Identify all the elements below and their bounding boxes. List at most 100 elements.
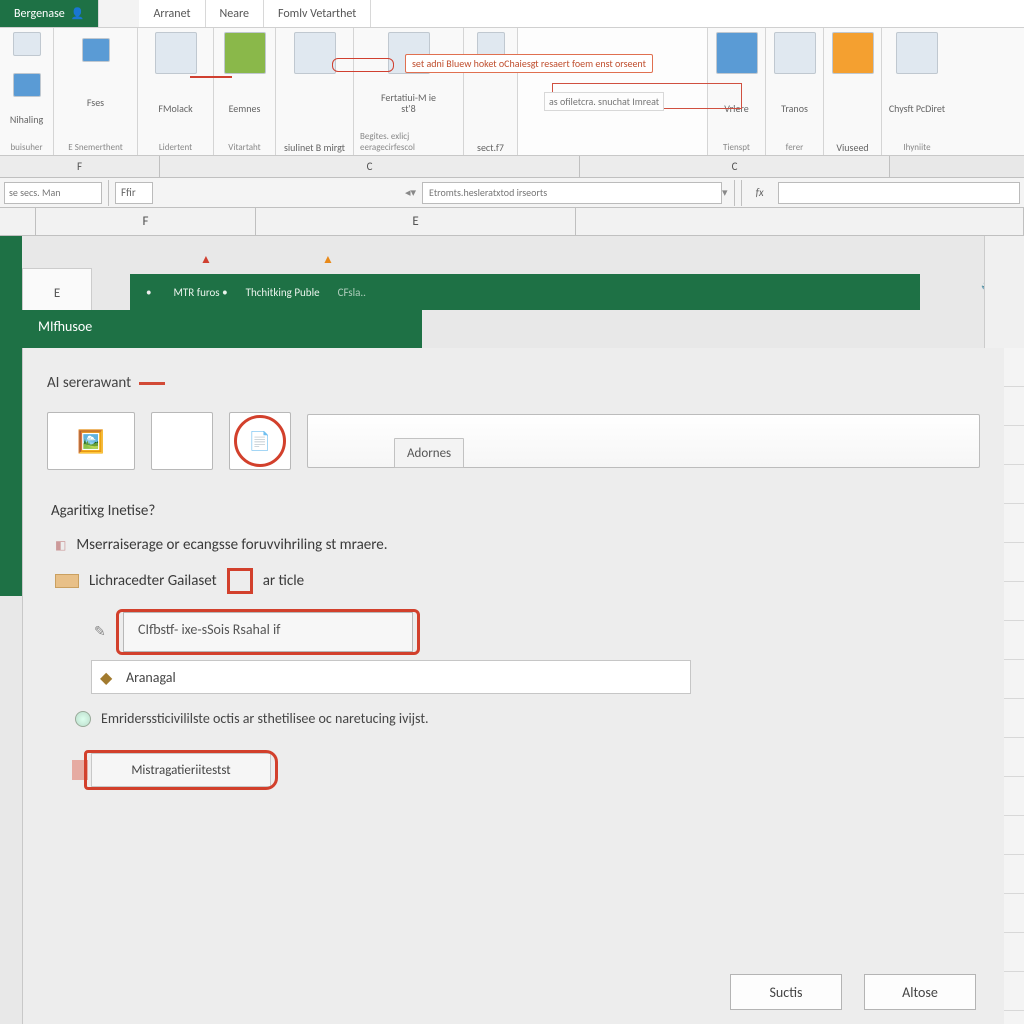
ribbon-icon[interactable] bbox=[13, 73, 41, 97]
fx-icon[interactable]: fx bbox=[748, 186, 772, 199]
tab-label: Arranet bbox=[153, 7, 190, 21]
group-label: Tranos bbox=[781, 103, 808, 114]
ribbon-tooltip: as ofiletcra. snuchat Imreat bbox=[544, 92, 664, 111]
table-icon[interactable] bbox=[896, 32, 938, 74]
tab-3[interactable]: Fomlv Vetarthet bbox=[264, 0, 371, 27]
tab-label: Fomlv Vetarthet bbox=[278, 7, 356, 21]
label-field[interactable]: ◆ Aranagal bbox=[91, 660, 691, 694]
option-row[interactable]: ◧ Mserraiserage or ecangsse foruvvihrili… bbox=[23, 526, 1004, 558]
dropdown-icon[interactable]: ▾ bbox=[722, 186, 728, 199]
tab-1[interactable]: Arranet bbox=[139, 0, 205, 27]
group-sublabel: buisuher bbox=[10, 142, 42, 153]
panel-active-tab[interactable]: MIfhusoe bbox=[22, 310, 422, 348]
sheet-gridlines bbox=[1004, 348, 1024, 1024]
group-label: FMolack bbox=[158, 103, 192, 114]
row-header-letter: E bbox=[54, 286, 60, 301]
section-heading: AI sererawant bbox=[23, 348, 1004, 398]
tab-active[interactable]: Bergenase 👤 bbox=[0, 0, 99, 27]
browse-button[interactable]: Adornes bbox=[394, 438, 464, 468]
col-head[interactable]: F bbox=[0, 156, 160, 177]
highlighted-chip-button[interactable]: Mistragatieriitestst bbox=[91, 753, 271, 787]
formula-small-box[interactable] bbox=[115, 182, 153, 204]
column-letters: F E bbox=[0, 208, 1024, 236]
section-heading-text: AI sererawant bbox=[47, 374, 131, 392]
button-label: Adornes bbox=[407, 446, 451, 461]
group-label: Viuseed bbox=[836, 142, 868, 153]
ribbon-icon[interactable] bbox=[716, 32, 758, 74]
column-header[interactable]: E bbox=[256, 208, 576, 235]
person-icon: 👤 bbox=[71, 7, 85, 20]
template-thumb-highlighted[interactable]: 📄 bbox=[229, 412, 291, 470]
group-label: Fses bbox=[87, 97, 104, 108]
ok-button[interactable]: Suctis bbox=[730, 974, 842, 1010]
red-annotation-box bbox=[332, 58, 394, 72]
formula-bar: ◂▾ ▾ fx bbox=[0, 178, 1024, 208]
tab-gap bbox=[99, 0, 139, 27]
ribbon-icon[interactable] bbox=[82, 38, 110, 62]
group-sublabel: ferer bbox=[786, 142, 804, 153]
picture-icon: 🖼️ bbox=[77, 428, 104, 455]
ribbon-icon[interactable] bbox=[477, 32, 505, 56]
group-sublabel: Tienspt bbox=[723, 142, 750, 153]
template-thumb[interactable] bbox=[151, 412, 213, 470]
red-annotation-underline bbox=[190, 76, 232, 78]
option-label-suffix: ar ticle bbox=[263, 572, 304, 590]
divider bbox=[741, 180, 742, 206]
template-name-field[interactable]: Adornes bbox=[307, 414, 980, 468]
ribbon: Nihaling buisuher Fses E Snemerthent FMo… bbox=[0, 28, 1024, 156]
breadcrumb-item[interactable]: CFsla.. bbox=[338, 286, 366, 299]
ribbon-icon[interactable] bbox=[224, 32, 266, 74]
col-head[interactable]: C bbox=[160, 156, 580, 177]
group-sublabel: Vitartaht bbox=[228, 142, 260, 153]
field-value: CIfbstf- ixe-sSois Rsahal if bbox=[138, 621, 280, 638]
breadcrumb-item[interactable]: Thchitking Puble bbox=[246, 286, 320, 299]
red-annotation-circle bbox=[234, 415, 286, 467]
info-icon bbox=[75, 711, 91, 727]
color-swatch-icon bbox=[55, 574, 79, 588]
table-icon[interactable] bbox=[774, 32, 816, 74]
ribbon-icon[interactable] bbox=[13, 32, 41, 56]
group-label: Nihaling bbox=[10, 114, 43, 125]
ribbon-icon[interactable] bbox=[155, 32, 197, 74]
ribbon-icon[interactable] bbox=[832, 32, 874, 74]
name-box[interactable] bbox=[4, 182, 102, 204]
ribbon-icon[interactable] bbox=[294, 32, 336, 74]
group-sublabel: Begites. exlicj eeragecirfescol bbox=[360, 131, 457, 153]
cancel-button[interactable]: Altose bbox=[864, 974, 976, 1010]
formula-content-box[interactable] bbox=[422, 182, 722, 204]
breadcrumb-item[interactable]: MTR furos • bbox=[173, 286, 227, 299]
group-label: Fertatiui-M ie st'8 bbox=[374, 92, 444, 114]
panel-tab-label: MIfhusoe bbox=[38, 318, 92, 335]
col-head[interactable]: C bbox=[580, 156, 890, 177]
template-thumb-row: 🖼️ 📄 Adornes bbox=[23, 398, 1004, 484]
column-letter: F bbox=[143, 214, 149, 229]
ribbon-highlight-text: set adni Bluew hoket oChaiesgt resaert f… bbox=[405, 54, 653, 73]
dropdown-icon[interactable]: ◂▾ bbox=[405, 186, 416, 199]
sheet-grid-edge bbox=[984, 236, 1024, 348]
template-thumb[interactable]: 🖼️ bbox=[47, 412, 135, 470]
panel-breadcrumb-bar: • MTR furos • Thchitking Puble CFsla.. bbox=[130, 274, 920, 310]
highlighted-text-field[interactable]: ✎ CIfbstf- ixe-sSois Rsahal if bbox=[123, 612, 413, 652]
formula-input[interactable] bbox=[778, 182, 1020, 204]
column-header[interactable]: F bbox=[36, 208, 256, 235]
group-label: Eemnes bbox=[229, 103, 261, 114]
select-all-cell[interactable] bbox=[0, 208, 36, 235]
pencil-icon: ✎ bbox=[94, 623, 106, 640]
group-label: Chysft PcDiret bbox=[889, 103, 945, 114]
divider bbox=[734, 180, 735, 206]
marker-triangle-icon: ▲ bbox=[322, 252, 334, 267]
info-note: Emriderssticivililste octis ar sthetilis… bbox=[23, 700, 1004, 731]
group-sublabel: E Snemerthent bbox=[68, 142, 122, 153]
option-label: Lichracedter Gailaset bbox=[89, 572, 217, 590]
group-label: sect.f7 bbox=[477, 142, 504, 153]
group-sublabel: Lidertent bbox=[159, 142, 192, 153]
dialog-panel: AI sererawant 🖼️ 📄 Adornes Agaritixg Ine… bbox=[22, 348, 1004, 1024]
tab-label: Neare bbox=[220, 7, 249, 21]
marker-triangle-icon: ▲ bbox=[200, 252, 212, 267]
column-header[interactable] bbox=[576, 208, 1024, 235]
dialog-button-row: Suctis Altose bbox=[730, 974, 976, 1010]
tab-2[interactable]: Neare bbox=[206, 0, 264, 27]
button-label: Altose bbox=[902, 984, 938, 1001]
column-letter: E bbox=[412, 214, 418, 229]
option-row[interactable]: Lichracedter Gailaset ar ticle bbox=[23, 558, 1004, 598]
